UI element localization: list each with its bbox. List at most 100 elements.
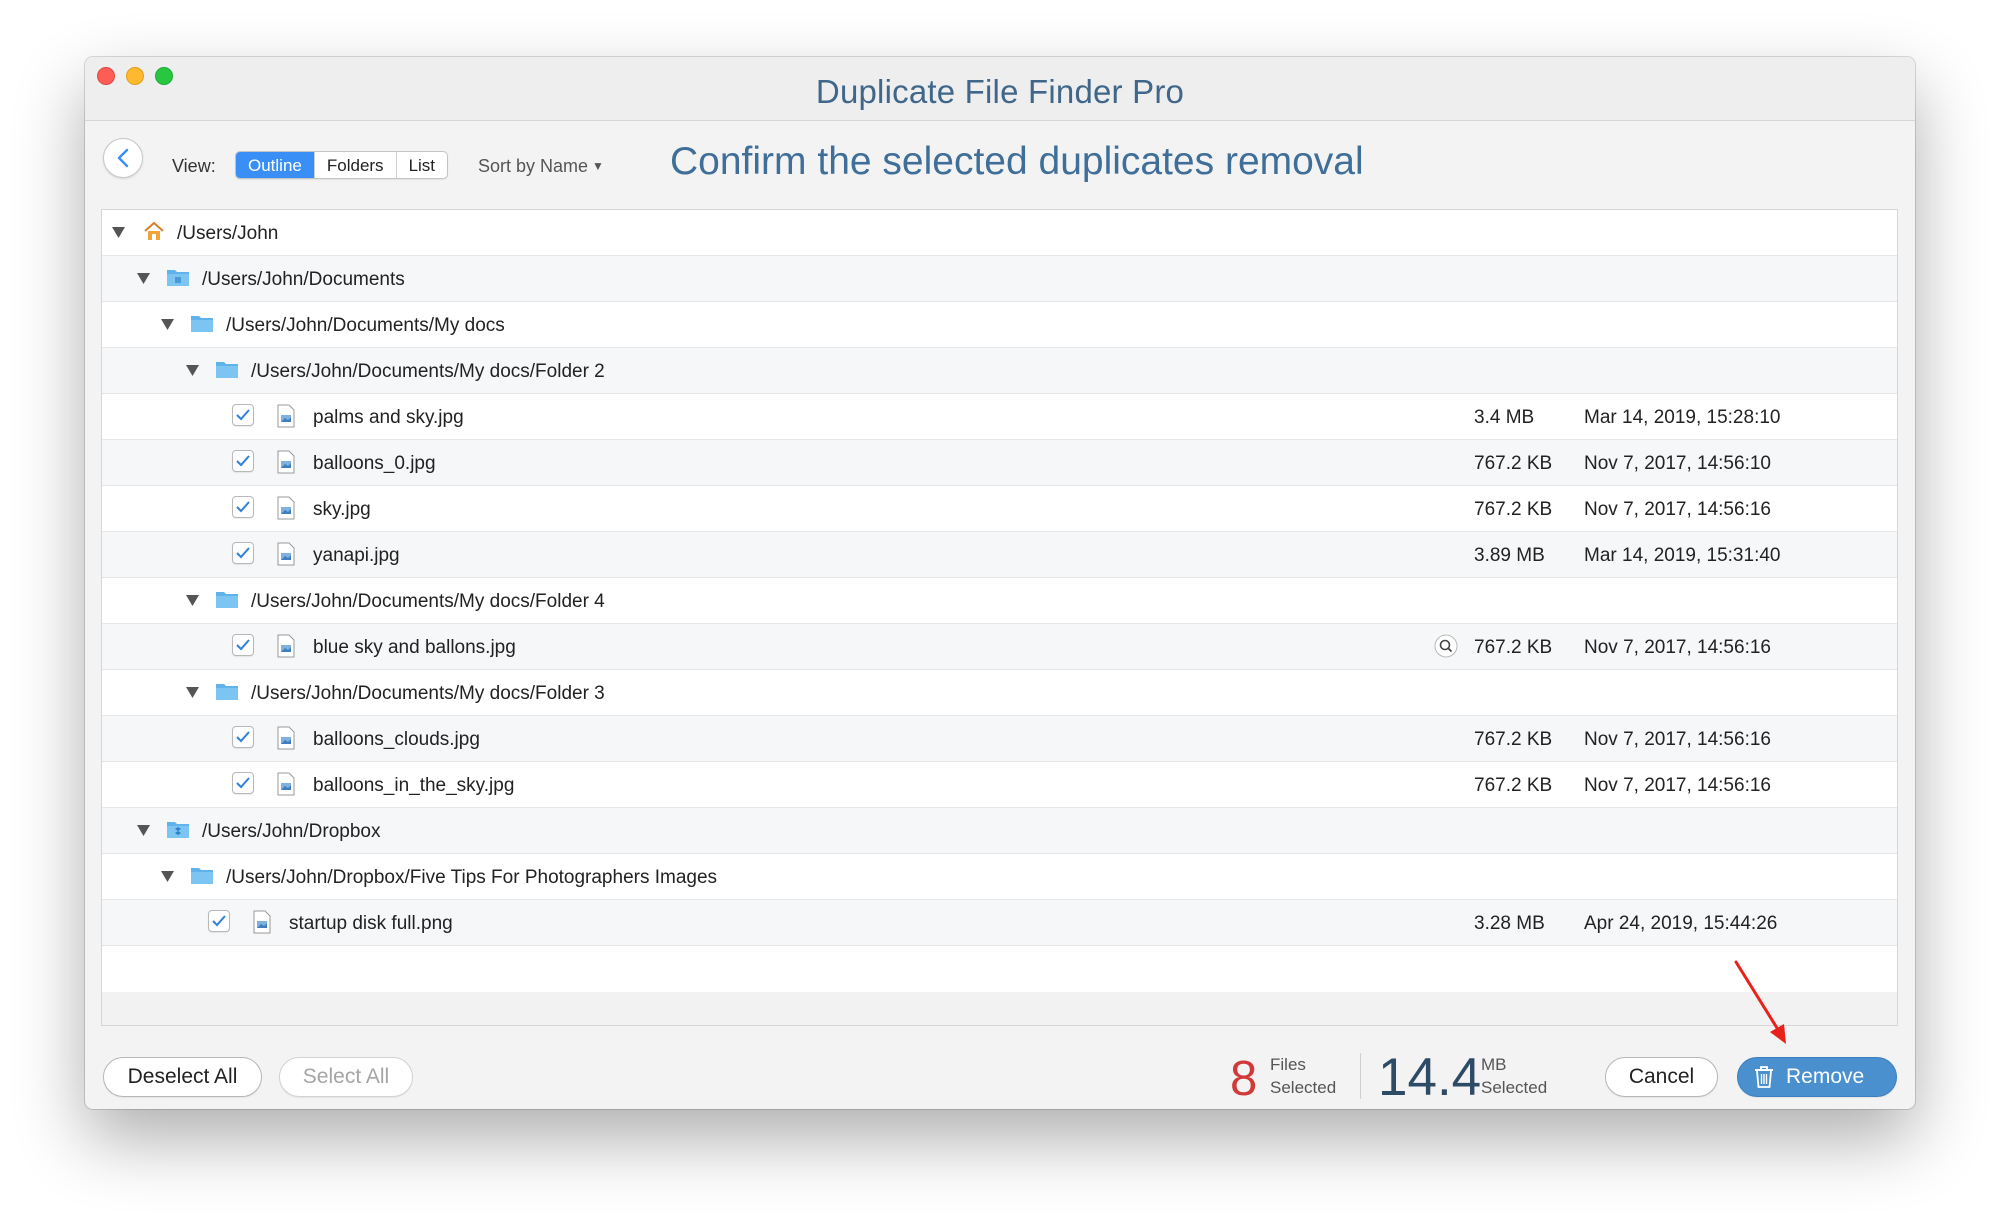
disclosure-triangle-icon[interactable]: [110, 224, 126, 240]
disclosure-triangle-icon[interactable]: [135, 822, 151, 838]
size-selected-value: 14.4: [1378, 1048, 1482, 1107]
file-row[interactable]: palms and sky.jpg 3.4 MB Mar 14, 2019, 1…: [102, 394, 1897, 440]
view-list-button[interactable]: List: [395, 152, 447, 178]
home-icon: [144, 221, 164, 240]
file-checkbox[interactable]: [232, 772, 254, 794]
file-size: 3.28 MB: [1474, 913, 1545, 934]
files-label-line1: Files: [1270, 1055, 1306, 1074]
file-date: Nov 7, 2017, 14:56:16: [1584, 729, 1771, 750]
deselect-all-button[interactable]: Deselect All: [103, 1057, 262, 1097]
folder-path: /Users/John/Documents/My docs/Folder 3: [251, 683, 605, 704]
file-name: blue sky and ballons.jpg: [313, 637, 516, 658]
folder-path: /Users/John: [177, 223, 279, 244]
tree-row-fivetips[interactable]: /Users/John/Dropbox/Five Tips For Photog…: [102, 854, 1897, 900]
back-chevron-icon: [117, 148, 129, 168]
view-segmented-control: Outline Folders List: [235, 151, 449, 179]
file-name: balloons_clouds.jpg: [313, 729, 480, 750]
back-button[interactable]: [103, 138, 143, 178]
checkmark-icon: [236, 731, 250, 743]
tree-row-folder4[interactable]: /Users/John/Documents/My docs/Folder 4: [102, 578, 1897, 624]
remove-button[interactable]: Remove: [1737, 1057, 1897, 1097]
annotation-arrow-icon: [1734, 960, 1786, 1044]
files-selected-label: Files Selected: [1270, 1053, 1336, 1099]
list-empty-area: [102, 992, 1897, 1025]
duplicates-tree: /Users/John /Users/John/Documents /Users…: [101, 209, 1898, 1026]
image-file-icon: [277, 726, 295, 750]
folder-icon: [216, 592, 238, 608]
file-date: Apr 24, 2019, 15:44:26: [1584, 913, 1778, 934]
remove-label: Remove: [1786, 1065, 1865, 1088]
file-row[interactable]: balloons_clouds.jpg 767.2 KB Nov 7, 2017…: [102, 716, 1897, 762]
view-outline-button[interactable]: Outline: [236, 152, 314, 178]
files-selected-count: 8: [1230, 1052, 1258, 1106]
disclosure-triangle-icon[interactable]: [159, 868, 175, 884]
checkmark-icon: [236, 409, 250, 421]
folder-path: /Users/John/Dropbox: [202, 821, 381, 842]
folder-path: /Users/John/Documents: [202, 269, 405, 290]
disclosure-triangle-icon[interactable]: [184, 684, 200, 700]
size-label: Selected: [1481, 1078, 1548, 1097]
select-all-button[interactable]: Select All: [279, 1057, 413, 1097]
view-folders-button[interactable]: Folders: [313, 152, 396, 178]
file-checkbox[interactable]: [232, 496, 254, 518]
file-checkbox[interactable]: [232, 450, 254, 472]
image-file-icon: [277, 450, 295, 474]
file-row[interactable]: sky.jpg 767.2 KB Nov 7, 2017, 14:56:16: [102, 486, 1897, 532]
file-size: 767.2 KB: [1474, 453, 1553, 474]
image-file-icon: [277, 542, 295, 566]
sort-dropdown[interactable]: Sort by Name ▼: [478, 156, 604, 177]
app-window: Duplicate File Finder Pro View: Outline …: [85, 57, 1915, 1109]
file-checkbox[interactable]: [232, 404, 254, 426]
cancel-button[interactable]: Cancel: [1605, 1057, 1718, 1097]
file-size: 767.2 KB: [1474, 775, 1553, 796]
image-file-icon: [253, 910, 271, 934]
checkmark-icon: [236, 777, 250, 789]
folder-path: /Users/John/Documents/My docs: [226, 315, 505, 336]
file-name: sky.jpg: [313, 499, 371, 520]
file-row[interactable]: startup disk full.png 3.28 MB Apr 24, 20…: [102, 900, 1897, 946]
file-name: yanapi.jpg: [313, 545, 400, 566]
file-name: balloons_0.jpg: [313, 453, 436, 474]
file-row[interactable]: balloons_0.jpg 767.2 KB Nov 7, 2017, 14:…: [102, 440, 1897, 486]
file-date: Nov 7, 2017, 14:56:16: [1584, 499, 1771, 520]
quicklook-magnifier-icon[interactable]: [1434, 634, 1458, 658]
tree-row-documents[interactable]: /Users/John/Documents: [102, 256, 1897, 302]
image-file-icon: [277, 634, 295, 658]
titlebar: Duplicate File Finder Pro: [85, 57, 1915, 121]
page-heading: Confirm the selected duplicates removal: [670, 140, 1364, 183]
documents-folder-icon: [167, 270, 189, 286]
checkmark-icon: [236, 501, 250, 513]
disclosure-triangle-icon[interactable]: [135, 270, 151, 286]
tree-row-folder3[interactable]: /Users/John/Documents/My docs/Folder 3: [102, 670, 1897, 716]
checkmark-icon: [236, 547, 250, 559]
file-checkbox[interactable]: [232, 542, 254, 564]
tree-row-folder2[interactable]: /Users/John/Documents/My docs/Folder 2: [102, 348, 1897, 394]
folder-path: /Users/John/Documents/My docs/Folder 4: [251, 591, 605, 612]
file-checkbox[interactable]: [232, 726, 254, 748]
file-checkbox[interactable]: [208, 910, 230, 932]
image-file-icon: [277, 404, 295, 428]
file-size: 767.2 KB: [1474, 637, 1553, 658]
sort-label: Sort by Name: [478, 156, 589, 176]
file-checkbox[interactable]: [232, 634, 254, 656]
checkmark-icon: [236, 455, 250, 467]
tree-row-mydocs[interactable]: /Users/John/Documents/My docs: [102, 302, 1897, 348]
tree-row-dropbox[interactable]: /Users/John/Dropbox: [102, 808, 1897, 854]
folder-icon: [216, 362, 238, 378]
folder-path: /Users/John/Documents/My docs/Folder 2: [251, 361, 605, 382]
disclosure-triangle-icon[interactable]: [184, 362, 200, 378]
file-date: Mar 14, 2019, 15:31:40: [1584, 545, 1781, 566]
file-size: 767.2 KB: [1474, 499, 1553, 520]
file-size: 3.4 MB: [1474, 407, 1535, 428]
checkmark-icon: [212, 915, 226, 927]
file-name: palms and sky.jpg: [313, 407, 464, 428]
file-size: 3.89 MB: [1474, 545, 1545, 566]
files-label-line2: Selected: [1270, 1078, 1337, 1097]
file-name: balloons_in_the_sky.jpg: [313, 775, 515, 796]
file-row[interactable]: yanapi.jpg 3.89 MB Mar 14, 2019, 15:31:4…: [102, 532, 1897, 578]
tree-row-root[interactable]: /Users/John: [102, 210, 1897, 256]
file-row[interactable]: blue sky and ballons.jpg 767.2 KB Nov 7,…: [102, 624, 1897, 670]
disclosure-triangle-icon[interactable]: [184, 592, 200, 608]
file-row[interactable]: balloons_in_the_sky.jpg 767.2 KB Nov 7, …: [102, 762, 1897, 808]
disclosure-triangle-icon[interactable]: [159, 316, 175, 332]
